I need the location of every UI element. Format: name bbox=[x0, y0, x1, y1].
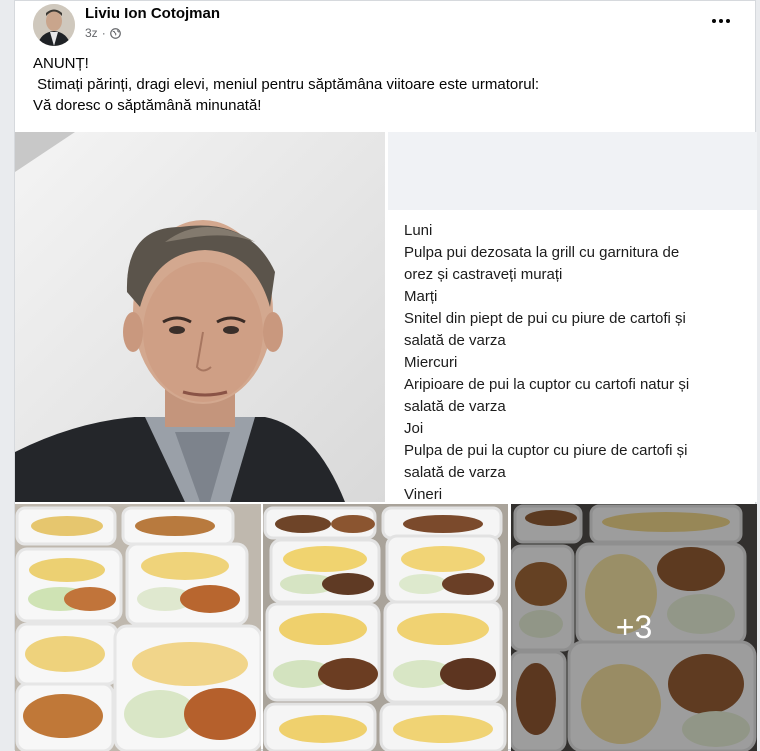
menu-line: Miercuri bbox=[404, 354, 458, 371]
menu-line: Pulpa de pui la cuptor cu piure de carto… bbox=[404, 442, 688, 459]
menu-line: Aripioare de pui la cuptor cu cartofi na… bbox=[404, 376, 690, 393]
author-avatar[interactable] bbox=[33, 4, 75, 46]
photo-selfie[interactable] bbox=[15, 132, 385, 502]
menu-line: Joi bbox=[404, 420, 424, 437]
photo-food-1[interactable] bbox=[15, 504, 261, 751]
post-card: Liviu Ion Cotojman 3z · ANUNȚ! Stimați p… bbox=[14, 0, 757, 751]
post-meta: 3z · bbox=[85, 26, 121, 40]
post-text-line: ANUNȚ! bbox=[33, 55, 89, 72]
more-photos-overlay[interactable]: +3 bbox=[511, 504, 757, 751]
more-options-icon[interactable] bbox=[707, 9, 735, 33]
menu-line: salată de varza bbox=[404, 464, 506, 481]
menu-line: Vineri bbox=[404, 486, 443, 502]
post-text: ANUNȚ! Stimați părinți, dragi elevi, men… bbox=[33, 53, 539, 116]
post-text-line: Stimați părinți, dragi elevi, meniul pen… bbox=[33, 76, 540, 93]
photo-food-2[interactable] bbox=[263, 504, 508, 751]
meta-separator: · bbox=[101, 26, 106, 40]
more-photos-count: +3 bbox=[615, 609, 653, 645]
menu-line: Snitel din piept de pui cu piure de cart… bbox=[404, 310, 686, 327]
globe-icon bbox=[109, 27, 121, 39]
photo-food-3[interactable]: +3 bbox=[511, 504, 757, 751]
author-name[interactable]: Liviu Ion Cotojman bbox=[85, 5, 220, 22]
menu-line: Luni bbox=[404, 222, 433, 239]
photo-menu[interactable]: Luni Pulpa pui dezosata la grill cu garn… bbox=[388, 132, 757, 502]
menu-line: orez și castraveți murați bbox=[404, 266, 563, 283]
menu-line: Pulpa pui dezosata la grill cu garnitura… bbox=[404, 244, 680, 261]
menu-line: salată de varza bbox=[404, 398, 506, 415]
post-time[interactable]: 3z bbox=[85, 26, 98, 40]
menu-line: salată de varza bbox=[404, 332, 506, 349]
menu-line: Marți bbox=[404, 288, 438, 305]
menu-text-card: Luni Pulpa pui dezosata la grill cu garn… bbox=[388, 210, 757, 502]
post-text-line: Vă doresc o săptămână minunată! bbox=[33, 97, 262, 114]
